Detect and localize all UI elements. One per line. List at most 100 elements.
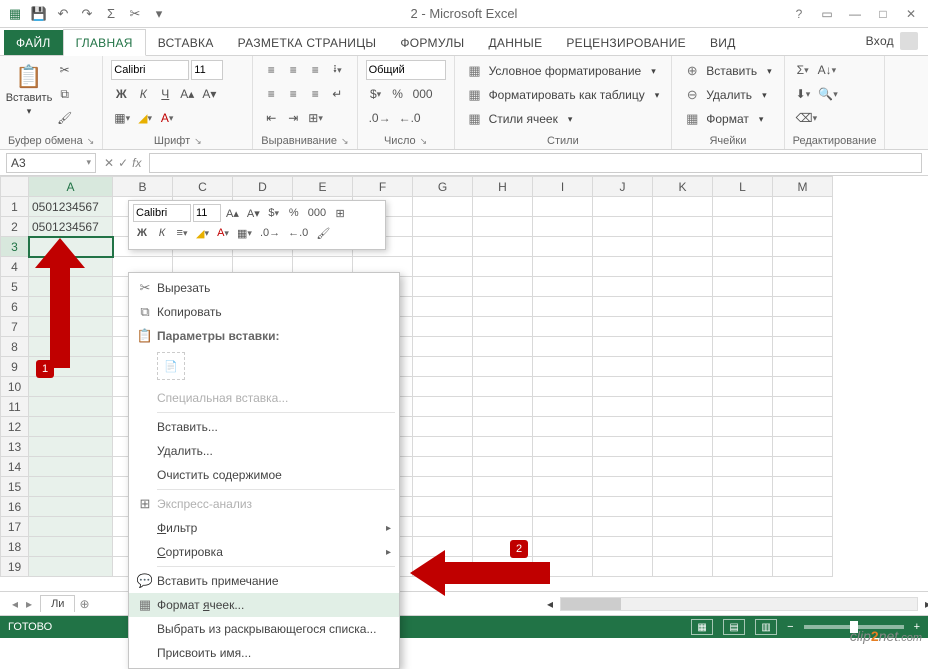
cell-I3[interactable] <box>533 237 593 257</box>
row-header-11[interactable]: 11 <box>1 397 29 417</box>
cell-I5[interactable] <box>533 277 593 297</box>
row-header-4[interactable]: 4 <box>1 257 29 277</box>
cell-J1[interactable] <box>593 197 653 217</box>
sheet-tab[interactable]: Ли <box>40 595 75 612</box>
cell-L1[interactable] <box>713 197 773 217</box>
cell-G19[interactable] <box>413 557 473 577</box>
cell-J19[interactable] <box>593 557 653 577</box>
increase-font-button[interactable]: A▴ <box>177 84 197 104</box>
cell-L4[interactable] <box>713 257 773 277</box>
cell-styles-button[interactable]: ▦Стили ячеек▾ <box>463 108 577 130</box>
col-header-D[interactable]: D <box>233 177 293 197</box>
cell-A7[interactable] <box>29 317 113 337</box>
col-header-K[interactable]: K <box>653 177 713 197</box>
cell-G3[interactable] <box>413 237 473 257</box>
cell-M19[interactable] <box>773 557 833 577</box>
cell-H10[interactable] <box>473 377 533 397</box>
row-header-13[interactable]: 13 <box>1 437 29 457</box>
cell-L14[interactable] <box>713 457 773 477</box>
decrease-decimal-button[interactable]: ←.0 <box>396 108 424 128</box>
number-launcher-icon[interactable]: ↘ <box>420 136 428 147</box>
cell-I15[interactable] <box>533 477 593 497</box>
cell-G9[interactable] <box>413 357 473 377</box>
cell-M5[interactable] <box>773 277 833 297</box>
conditional-formatting-button[interactable]: ▦Условное форматирование▾ <box>463 60 660 82</box>
cell-A11[interactable] <box>29 397 113 417</box>
percent-button[interactable]: % <box>388 84 408 104</box>
cell-G11[interactable] <box>413 397 473 417</box>
mini-increase-font[interactable]: A▴ <box>223 204 242 222</box>
cell-I1[interactable] <box>533 197 593 217</box>
mini-dec-decimal[interactable]: ←.0 <box>285 224 311 242</box>
formula-input[interactable] <box>149 153 922 173</box>
mini-bold[interactable]: Ж <box>133 224 151 242</box>
align-center-button[interactable]: ≡ <box>283 84 303 104</box>
cell-A8[interactable] <box>29 337 113 357</box>
increase-indent-button[interactable]: ⇥ <box>283 108 303 128</box>
ctx-sort[interactable]: Сортировка▸ <box>129 540 399 564</box>
col-header-L[interactable]: L <box>713 177 773 197</box>
orientation-button[interactable]: ⭭ <box>327 60 347 80</box>
cell-G18[interactable] <box>413 537 473 557</box>
cell-J4[interactable] <box>593 257 653 277</box>
zoom-out-icon[interactable]: − <box>787 621 793 633</box>
mini-font-name[interactable] <box>133 204 191 222</box>
cell-J5[interactable] <box>593 277 653 297</box>
cell-I6[interactable] <box>533 297 593 317</box>
cell-L9[interactable] <box>713 357 773 377</box>
cell-H11[interactable] <box>473 397 533 417</box>
merge-button[interactable]: ⊞ <box>305 108 326 128</box>
undo-icon[interactable]: ↶ <box>52 3 74 25</box>
cell-A19[interactable] <box>29 557 113 577</box>
mini-font-color[interactable]: A <box>214 224 232 242</box>
cell-M3[interactable] <box>773 237 833 257</box>
format-cells-button[interactable]: ▦Формат▾ <box>680 108 767 130</box>
row-header-9[interactable]: 9 <box>1 357 29 377</box>
sign-in[interactable]: Вход <box>854 26 928 55</box>
cell-G14[interactable] <box>413 457 473 477</box>
cell-G16[interactable] <box>413 497 473 517</box>
cell-M6[interactable] <box>773 297 833 317</box>
ctx-insert[interactable]: Вставить... <box>129 415 399 439</box>
cell-M4[interactable] <box>773 257 833 277</box>
align-launcher-icon[interactable]: ↘ <box>341 136 349 147</box>
clipboard-launcher-icon[interactable]: ↘ <box>87 136 95 147</box>
row-header-14[interactable]: 14 <box>1 457 29 477</box>
cell-K4[interactable] <box>653 257 713 277</box>
cell-M7[interactable] <box>773 317 833 337</box>
cell-J14[interactable] <box>593 457 653 477</box>
save-icon[interactable]: 💾 <box>28 3 50 25</box>
cell-A18[interactable] <box>29 537 113 557</box>
help-icon[interactable]: ? <box>786 4 812 24</box>
cell-K1[interactable] <box>653 197 713 217</box>
cell-L15[interactable] <box>713 477 773 497</box>
cell-L17[interactable] <box>713 517 773 537</box>
row-header-8[interactable]: 8 <box>1 337 29 357</box>
cell-G6[interactable] <box>413 297 473 317</box>
align-top-button[interactable]: ≡ <box>261 60 281 80</box>
cell-G1[interactable] <box>413 197 473 217</box>
align-middle-button[interactable]: ≡ <box>283 60 303 80</box>
cell-K17[interactable] <box>653 517 713 537</box>
cell-M8[interactable] <box>773 337 833 357</box>
minimize-icon[interactable]: — <box>842 4 868 24</box>
cell-K10[interactable] <box>653 377 713 397</box>
cell-H3[interactable] <box>473 237 533 257</box>
select-all-corner[interactable] <box>1 177 29 197</box>
cell-I18[interactable] <box>533 537 593 557</box>
scroll-left-icon[interactable]: ◂ <box>547 597 553 611</box>
borders-button[interactable]: ▦ <box>111 108 133 128</box>
cell-H19[interactable] <box>473 557 533 577</box>
cell-I7[interactable] <box>533 317 593 337</box>
mini-merge[interactable]: ⊞ <box>331 204 349 222</box>
cell-A2[interactable]: 0501234567 <box>29 217 113 237</box>
row-header-12[interactable]: 12 <box>1 417 29 437</box>
cell-H13[interactable] <box>473 437 533 457</box>
ctx-pick-from-list[interactable]: Выбрать из раскрывающегося списка... <box>129 617 399 641</box>
cell-J8[interactable] <box>593 337 653 357</box>
cell-M2[interactable] <box>773 217 833 237</box>
ctx-define-name[interactable]: Присвоить имя... <box>129 641 399 665</box>
cell-H9[interactable] <box>473 357 533 377</box>
cell-K11[interactable] <box>653 397 713 417</box>
fill-button[interactable]: ⬇ <box>793 84 814 104</box>
